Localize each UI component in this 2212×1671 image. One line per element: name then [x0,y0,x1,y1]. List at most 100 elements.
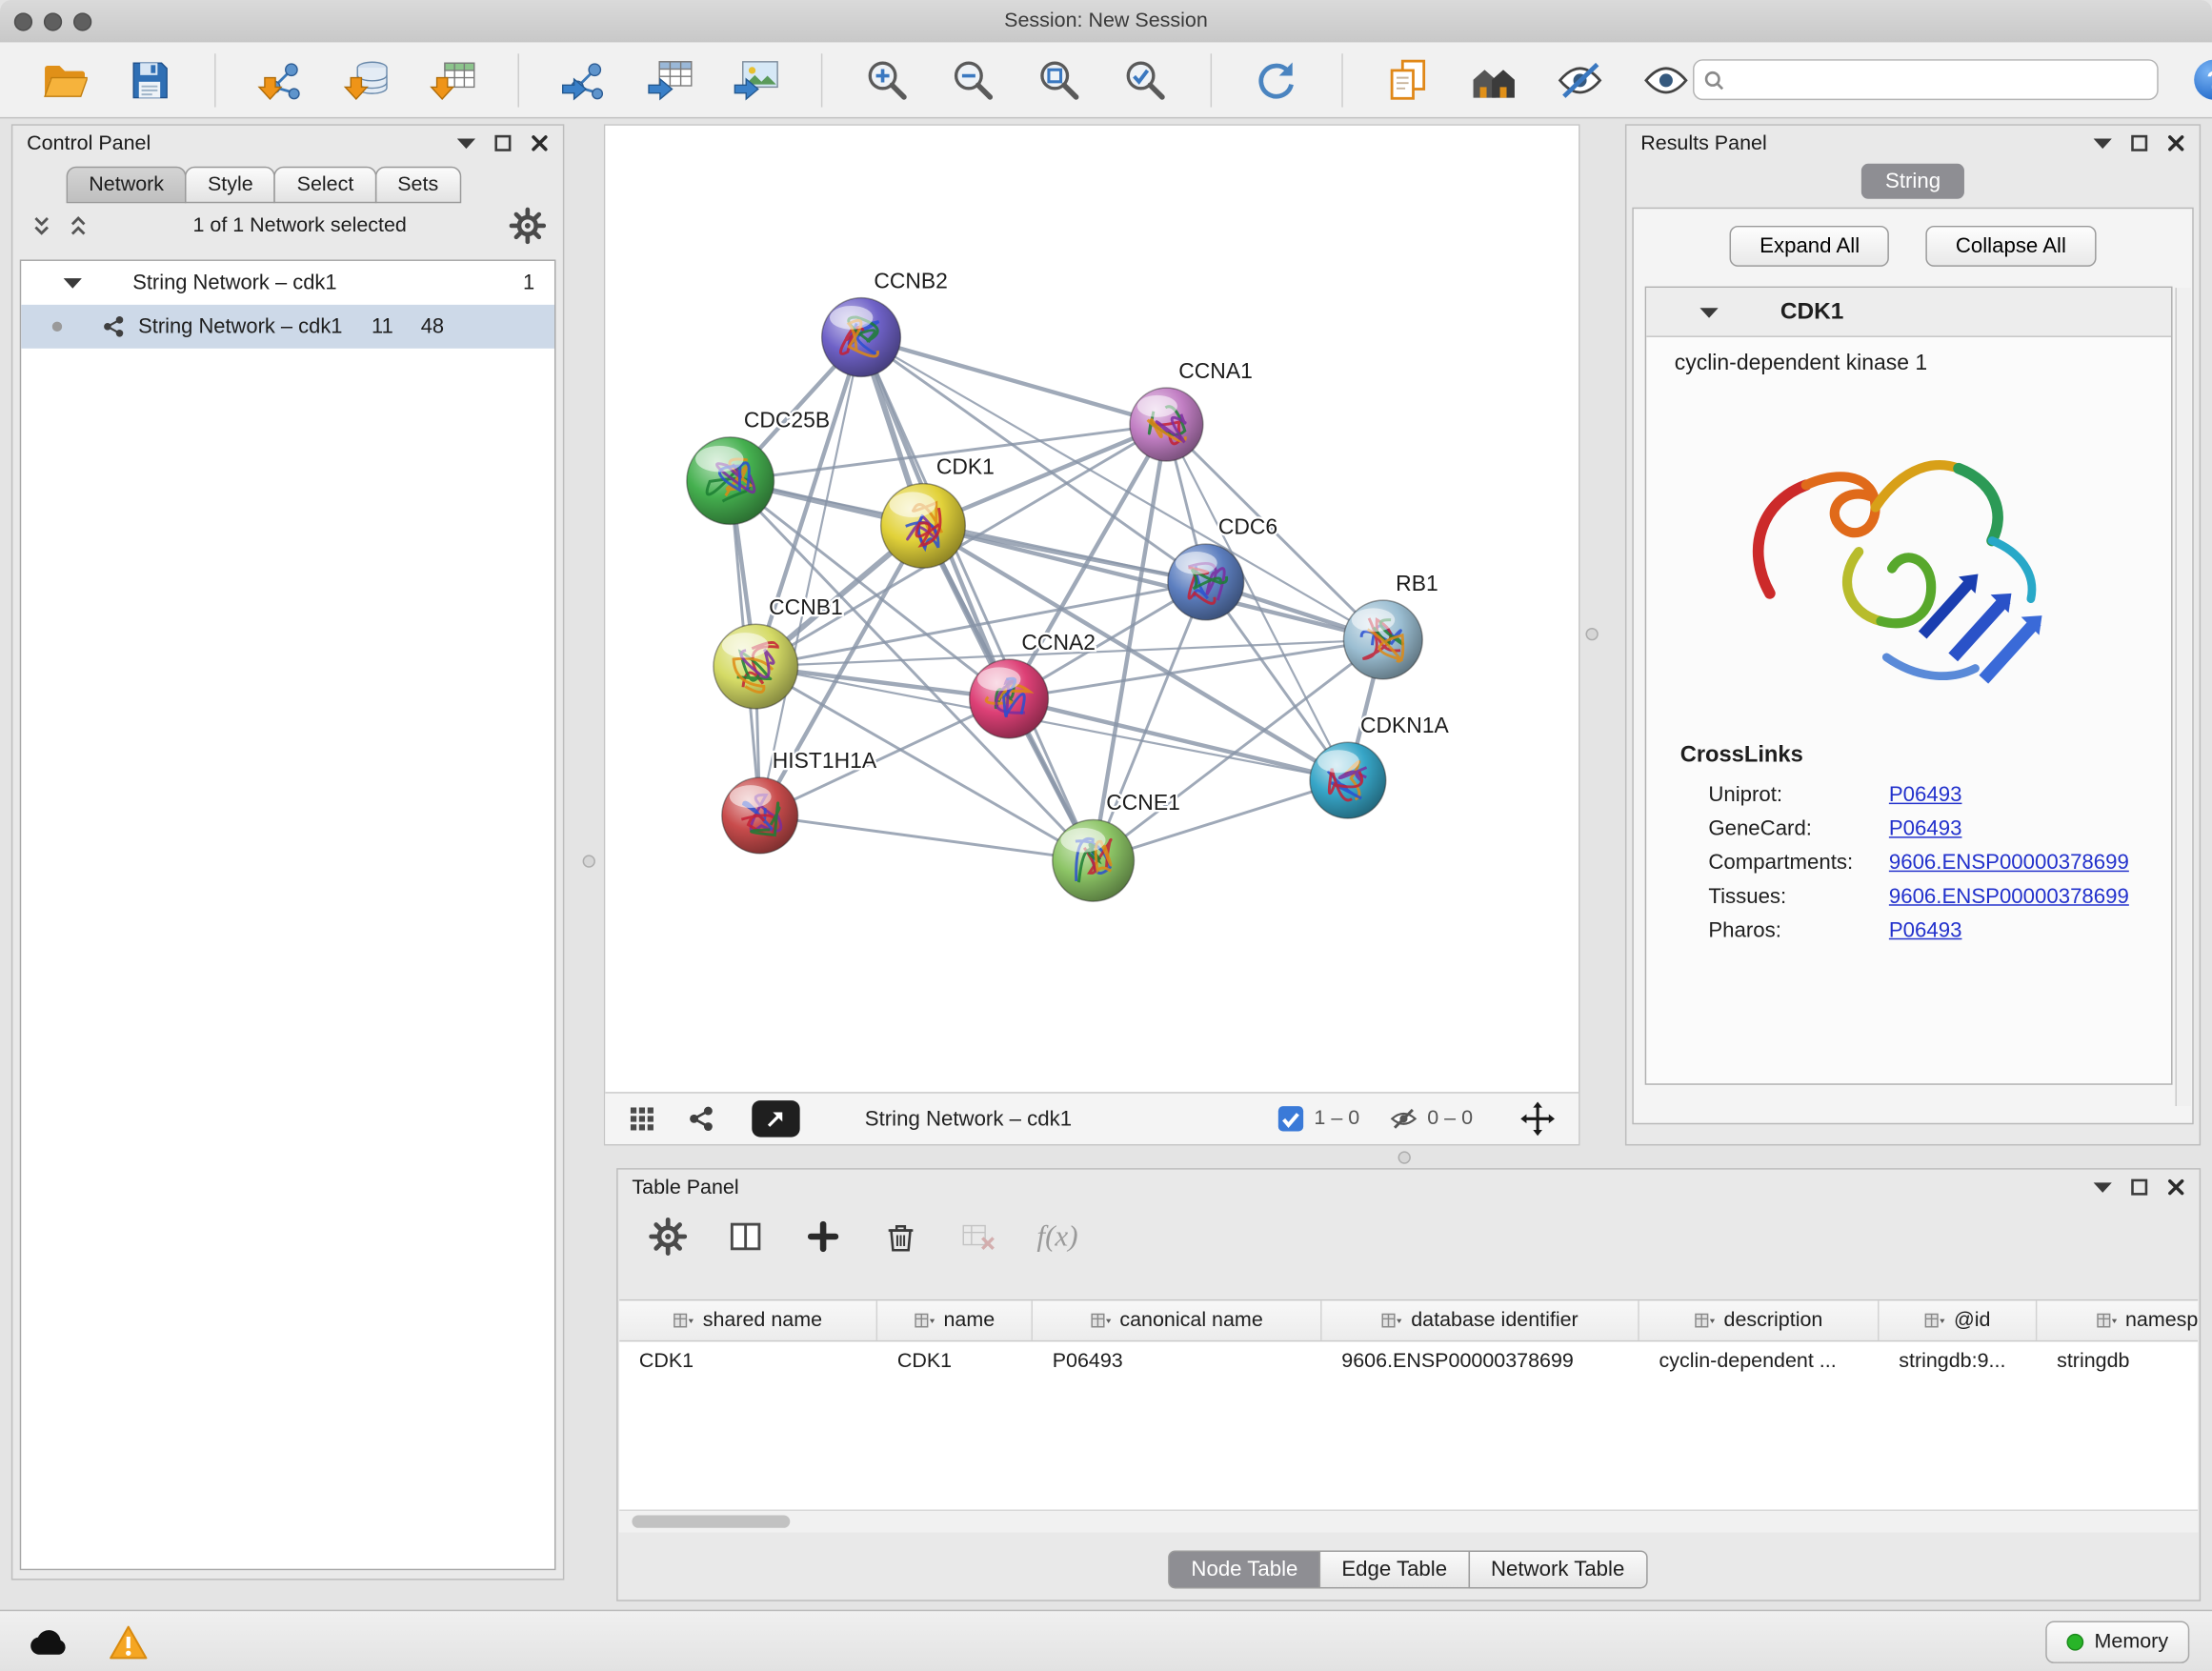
panel-close-icon[interactable] [2167,134,2185,152]
node-CDKN1A[interactable]: CDKN1A [1310,713,1449,818]
open-session-icon[interactable] [37,53,90,107]
node-RB1[interactable]: RB1 [1343,571,1438,679]
first-neighbors-icon[interactable] [1467,53,1520,107]
column-header-description[interactable]: description [1639,1300,1880,1339]
network-row[interactable]: String Network – cdk1 11 48 [21,305,554,349]
collapse-all-button[interactable]: Collapse All [1926,226,2096,267]
import-network-from-file-icon[interactable] [254,53,308,107]
save-session-icon[interactable] [123,53,176,107]
network-selection-bar: 1 of 1 Network selected [12,203,563,248]
expand-all-networks-icon[interactable] [67,213,90,237]
results-scrollbar[interactable] [2175,288,2190,1106]
selected-checkbox-icon[interactable] [1276,1105,1304,1134]
table-row[interactable]: CDK1CDK1P064939606.ENSP00000378699cyclin… [619,1341,2198,1380]
network-options-gear-icon[interactable] [510,208,547,245]
column-header-database-identifier[interactable]: database identifier [1322,1300,1639,1339]
node-CCNB1[interactable]: CCNB1 [714,594,843,709]
zoom-window-button[interactable] [73,12,91,30]
edge-CCNB2-CCNA1[interactable] [861,337,1166,425]
column-header-canonical-name[interactable]: canonical name [1033,1300,1322,1339]
node-CDC6[interactable]: CDC6 [1168,514,1277,620]
panel-menu-icon[interactable] [2094,134,2112,152]
zoom-out-icon[interactable] [947,53,1000,107]
add-column-icon[interactable] [804,1218,842,1256]
tab-network[interactable]: Network [67,167,187,204]
tab-sets[interactable]: Sets [375,167,461,204]
import-network-from-database-icon[interactable] [340,53,393,107]
splitter-handle[interactable] [1398,1151,1411,1163]
expand-all-button[interactable]: Expand All [1730,226,1889,267]
panel-close-icon[interactable] [2167,1178,2185,1197]
import-table-from-file-icon[interactable] [426,53,479,107]
clone-network-icon[interactable] [1381,53,1435,107]
hide-selected-icon[interactable] [1553,53,1606,107]
memory-button[interactable]: Memory [2045,1621,2190,1662]
network-collection-row[interactable]: String Network – cdk1 1 [21,261,554,305]
panel-close-icon[interactable] [531,134,549,152]
table-options-gear-icon[interactable] [649,1218,687,1256]
minimize-window-button[interactable] [44,12,62,30]
node-HIST1H1A[interactable]: HIST1H1A [722,748,877,854]
tab-network-table[interactable]: Network Table [1468,1550,1647,1588]
selected-count: 1 – 0 [1314,1107,1359,1130]
network-overview-icon[interactable] [687,1105,715,1134]
node-CDK1[interactable]: CDK1 [881,453,995,568]
cloud-icon[interactable] [26,1621,73,1662]
show-all-icon[interactable] [1639,53,1693,107]
edge-CCNB2-CCNE1[interactable] [861,337,1094,860]
tab-edge-table[interactable]: Edge Table [1319,1550,1470,1588]
zoom-in-icon[interactable] [860,53,914,107]
panel-float-icon[interactable] [2130,134,2148,152]
tab-node-table[interactable]: Node Table [1169,1550,1320,1588]
node-CCNA1[interactable]: CCNA1 [1130,358,1253,461]
delete-column-icon[interactable] [882,1218,920,1256]
panel-float-icon[interactable] [2130,1178,2148,1197]
search-box [1693,59,2159,100]
panel-float-icon[interactable] [493,134,512,152]
warning-icon[interactable] [105,1621,152,1662]
tab-style[interactable]: Style [185,167,275,204]
export-network-icon[interactable] [557,53,611,107]
zoom-selected-icon[interactable] [1118,53,1172,107]
column-header--id[interactable]: @id [1880,1300,2038,1339]
export-table-icon[interactable] [643,53,696,107]
gene-entry-header[interactable]: CDK1 [1646,288,2171,337]
birdseye-grid-icon[interactable] [628,1105,656,1134]
node-CCNB2[interactable]: CCNB2 [822,268,948,376]
refresh-view-icon[interactable] [1250,53,1303,107]
export-image-icon[interactable] [730,53,783,107]
scrollbar-thumb[interactable] [632,1515,790,1527]
search-input[interactable] [1693,59,2159,100]
collapse-all-networks-icon[interactable] [30,213,53,237]
collection-collapse-icon[interactable] [64,273,82,292]
crosslink-value[interactable]: P06493 [1889,782,1962,806]
column-header-namespace[interactable]: namespace [2037,1300,2198,1339]
tab-string[interactable]: String [1861,164,1964,199]
help-icon[interactable]: ? [2186,53,2212,107]
table-cell: stringdb [2037,1350,2198,1373]
tab-select[interactable]: Select [274,167,376,204]
panel-menu-icon[interactable] [457,134,475,152]
crosslink-value[interactable]: P06493 [1889,917,1962,941]
fit-content-icon[interactable] [1033,53,1086,107]
column-header-name[interactable]: name [877,1300,1033,1339]
detach-view-button[interactable] [752,1100,799,1137]
splitter-handle[interactable] [1585,628,1598,640]
crosslink-value[interactable]: 9606.ENSP00000378699 [1889,850,2129,874]
crosslink-value[interactable]: P06493 [1889,816,1962,840]
crosslink-value[interactable]: 9606.ENSP00000378699 [1889,884,2129,908]
show-columns-icon[interactable] [727,1218,765,1256]
panel-title: Control Panel [27,131,151,154]
toolbar-separator [1341,53,1342,107]
table-toolbar: f(x) [618,1205,2200,1256]
panel-menu-icon[interactable] [2094,1178,2112,1197]
network-canvas[interactable]: CCNB2CCNA1CDC25BCDK1CDC6RB1CCNB1CCNA2CDK… [605,126,1579,1094]
entry-collapse-icon[interactable] [1699,303,1718,321]
node-CCNE1[interactable]: CCNE1 [1053,790,1180,901]
splitter-handle[interactable] [583,855,595,867]
fit-selected-icon[interactable] [1519,1100,1557,1137]
close-window-button[interactable] [14,12,32,30]
table-hscrollbar[interactable] [619,1510,2198,1533]
column-header-shared-name[interactable]: shared name [619,1300,877,1339]
edge-HIST1H1A-CCNE1[interactable] [760,815,1094,860]
